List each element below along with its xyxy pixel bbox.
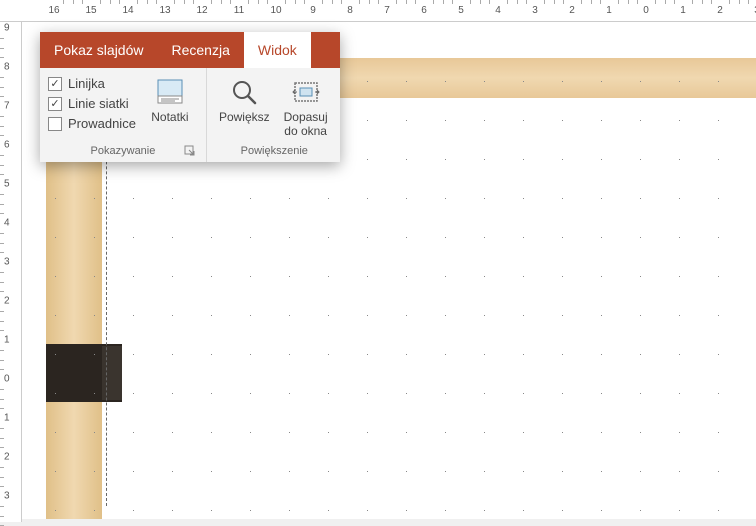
group-zoom-title: Powiększenie bbox=[215, 141, 334, 160]
notes-button[interactable]: Notatki bbox=[142, 74, 198, 126]
checkbox-gridlines-label: Linie siatki bbox=[68, 96, 129, 111]
check-icon: ✓ bbox=[48, 97, 62, 111]
vertical-ruler: 9876543210123 bbox=[0, 22, 22, 522]
ribbon-panel: Pokaz slajdów Recenzja Widok ✓ Linijka ✓… bbox=[40, 32, 340, 162]
magnifier-icon bbox=[228, 76, 260, 108]
checkbox-ruler[interactable]: ✓ Linijka bbox=[48, 76, 136, 91]
tab-view[interactable]: Widok bbox=[244, 32, 311, 68]
zoom-button[interactable]: Powiększ bbox=[215, 74, 274, 126]
tab-slideshow[interactable]: Pokaz slajdów bbox=[40, 32, 158, 68]
zoom-label: Powiększ bbox=[219, 110, 270, 124]
fit-label: Dopasujdo okna bbox=[284, 110, 328, 139]
check-icon bbox=[48, 117, 62, 131]
group-zoom: Powiększ Dopasujdo okna bbox=[207, 68, 342, 162]
ribbon-tabs: Pokaz slajdów Recenzja Widok bbox=[40, 32, 340, 68]
group-show-title: Pokazywanie bbox=[48, 141, 198, 160]
fit-to-window-button[interactable]: Dopasujdo okna bbox=[278, 74, 334, 141]
checkbox-ruler-label: Linijka bbox=[68, 76, 105, 91]
checkbox-guides-label: Prowadnice bbox=[68, 116, 136, 131]
check-icon: ✓ bbox=[48, 77, 62, 91]
notes-icon bbox=[154, 76, 186, 108]
checkbox-guides[interactable]: Prowadnice bbox=[48, 116, 136, 131]
tab-review[interactable]: Recenzja bbox=[158, 32, 244, 68]
ribbon-body: ✓ Linijka ✓ Linie siatki Prowadnice bbox=[40, 68, 340, 162]
checkbox-gridlines[interactable]: ✓ Linie siatki bbox=[48, 96, 136, 111]
group-show: ✓ Linijka ✓ Linie siatki Prowadnice bbox=[40, 68, 207, 162]
dialog-launcher-icon[interactable] bbox=[184, 145, 196, 157]
notes-label: Notatki bbox=[151, 110, 188, 124]
horizontal-ruler: 1615141312111098765432101234 bbox=[0, 0, 756, 22]
fit-window-icon bbox=[290, 76, 322, 108]
